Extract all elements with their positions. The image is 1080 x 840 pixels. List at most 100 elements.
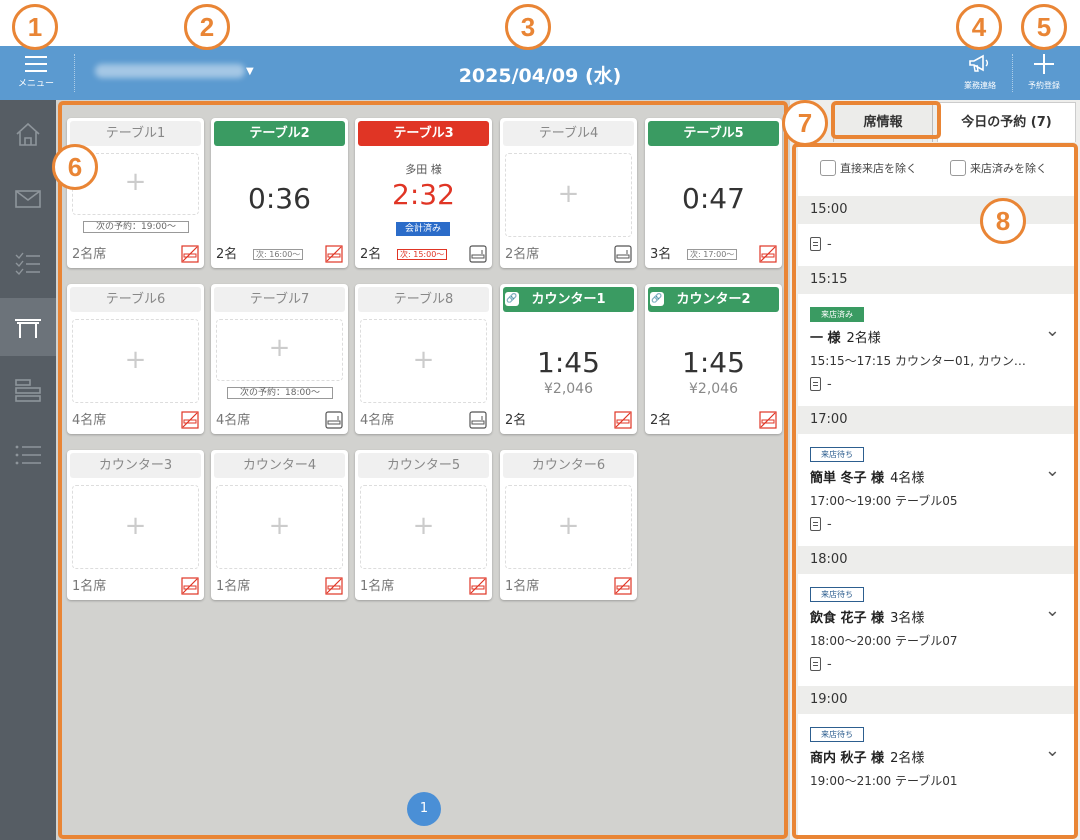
chevron-down-icon[interactable]: ⌄ bbox=[1045, 320, 1060, 341]
no-smoking-icon bbox=[469, 577, 487, 595]
callout-3: 3 bbox=[505, 4, 551, 50]
party-size: 2名様 bbox=[890, 751, 925, 766]
sidebar-item-tasks[interactable] bbox=[0, 234, 56, 292]
memo-icon bbox=[810, 237, 821, 251]
table-card[interactable]: カウンター5 +1名席 bbox=[355, 450, 492, 600]
table-title: カウンター2 bbox=[648, 287, 779, 312]
time-slot-header: 15:00 bbox=[798, 196, 1074, 224]
sidebar-item-home[interactable] bbox=[0, 106, 56, 164]
reservation-detail: 19:00～21:00 テーブル01 bbox=[810, 774, 958, 788]
sidebar-item-list[interactable] bbox=[0, 426, 56, 484]
table-card[interactable]: テーブル5 0:47 3名 次: 17:00〜 bbox=[645, 118, 782, 268]
page-button[interactable]: 1 bbox=[407, 792, 441, 826]
seat-capacity: 1名席 bbox=[216, 579, 251, 594]
memo-row: - bbox=[810, 652, 1062, 676]
reservation-name-row: 商内 秋子 様 2名様 bbox=[810, 748, 1062, 770]
filter-walkin-label: 直接来店を除く bbox=[840, 162, 917, 175]
table-title: テーブル2 bbox=[214, 121, 345, 146]
table-card[interactable]: カウンター3 +1名席 bbox=[67, 450, 204, 600]
smoking-icon bbox=[469, 245, 487, 263]
table-card[interactable]: テーブル3 多田 様 2:32 会計済み 2名 次: 15:00〜 bbox=[355, 118, 492, 268]
party-size: 2名様 bbox=[846, 331, 881, 346]
smoking-status bbox=[614, 577, 632, 595]
filter-exclude-walkin[interactable]: 直接来店を除く bbox=[820, 160, 917, 176]
table-card[interactable]: テーブル1 + 次の予約：19:00〜 2名席 bbox=[67, 118, 204, 268]
callout-7: 7 bbox=[782, 100, 828, 146]
no-smoking-icon bbox=[614, 411, 632, 429]
table-card[interactable]: テーブル2 0:36 2名 次: 16:00〜 bbox=[211, 118, 348, 268]
chevron-down-icon[interactable]: ⌄ bbox=[1045, 600, 1060, 621]
reservation-item[interactable]: 来店待ち商内 秋子 様 2名様 19:00～21:00 テーブル01 ⌄ bbox=[798, 714, 1074, 802]
guest-count: 2名 bbox=[360, 247, 382, 262]
table-card[interactable]: カウンター4 +1名席 bbox=[211, 450, 348, 600]
reservation-status-badge: 来店待ち bbox=[810, 447, 864, 462]
add-plus-icon[interactable]: + bbox=[505, 485, 632, 569]
reservation-name: 商内 秋子 様 bbox=[810, 751, 885, 766]
notice-label: 業務連絡 bbox=[964, 81, 996, 90]
add-plus-icon[interactable]: + bbox=[360, 319, 487, 403]
smoking-status bbox=[325, 577, 343, 595]
no-smoking-icon bbox=[181, 411, 199, 429]
filter-exclude-arrived[interactable]: 来店済みを除く bbox=[950, 160, 1047, 176]
smoking-status bbox=[325, 245, 343, 263]
reservation-status-badge: 来店待ち bbox=[810, 587, 864, 602]
time-slot-header: 18:00 bbox=[798, 546, 1074, 574]
reservation-item[interactable]: 来店待ち 飲食 花子 様 3名様 18:00～20:00 テーブル07 ⌄ - bbox=[798, 574, 1074, 686]
reservation-detail: 15:15～17:15 カウンター01, カウン… bbox=[810, 354, 1026, 368]
add-plus-icon[interactable]: + bbox=[360, 485, 487, 569]
memo-row: - bbox=[810, 232, 1062, 256]
seat-capacity: 2名席 bbox=[72, 247, 107, 262]
seat-capacity: 2名席 bbox=[505, 247, 540, 262]
seat-capacity: 1名席 bbox=[505, 579, 540, 594]
notice-button[interactable]: 業務連絡 bbox=[952, 52, 1008, 91]
current-date[interactable]: 2025/04/09 (水) bbox=[0, 61, 1080, 88]
smoking-status bbox=[614, 411, 632, 429]
table-title: テーブル6 bbox=[70, 287, 201, 312]
sidebar-item-mail[interactable] bbox=[0, 170, 56, 228]
add-plus-icon[interactable]: + bbox=[216, 319, 343, 381]
table-title: テーブル1 bbox=[70, 121, 201, 146]
tab-todays-reservations[interactable]: 今日の予約 (7) bbox=[937, 102, 1076, 142]
time-slot-header: 19:00 bbox=[798, 686, 1074, 714]
no-smoking-icon bbox=[759, 411, 777, 429]
seat-capacity: 4名席 bbox=[72, 413, 107, 428]
add-plus-icon[interactable]: + bbox=[72, 485, 199, 569]
reservation-item[interactable]: 来店済み一 様 2名様 15:15～17:15 カウンター01, カウン… ⌄ - bbox=[798, 294, 1074, 406]
smoking-status bbox=[181, 245, 199, 263]
bill-amount: ¥2,046 bbox=[689, 381, 738, 397]
no-smoking-icon bbox=[181, 245, 199, 263]
sidebar bbox=[0, 100, 56, 840]
add-plus-icon[interactable]: + bbox=[216, 485, 343, 569]
table-card[interactable]: カウンター6 +1名席 bbox=[500, 450, 637, 600]
filter-arrived-label: 来店済みを除く bbox=[970, 162, 1047, 175]
reservation-item[interactable]: - bbox=[798, 224, 1074, 266]
no-smoking-icon bbox=[325, 245, 343, 263]
reservation-item[interactable]: 来店待ち 簡単 冬子 様 4名様 17:00～19:00 テーブル05 ⌄ - bbox=[798, 434, 1074, 546]
sidebar-item-timeline[interactable] bbox=[0, 362, 56, 420]
memo-icon bbox=[810, 517, 821, 531]
add-plus-icon[interactable]: + bbox=[72, 319, 199, 403]
link-icon: 🔗 bbox=[650, 292, 664, 306]
guest-count: 2名 bbox=[216, 247, 238, 262]
table-card[interactable]: テーブル8 +4名席 bbox=[355, 284, 492, 434]
reservation-status-badge: 来店待ち bbox=[810, 727, 864, 742]
smoking-icon bbox=[614, 245, 632, 263]
table-title: テーブル5 bbox=[648, 121, 779, 146]
add-plus-icon[interactable]: + bbox=[505, 153, 632, 237]
table-card[interactable]: テーブル7 + 次の予約：18:00〜 4名席 bbox=[211, 284, 348, 434]
callout-8: 8 bbox=[980, 198, 1026, 244]
chevron-down-icon[interactable]: ⌄ bbox=[1045, 740, 1060, 761]
next-reservation: 次の予約：18:00〜 bbox=[227, 387, 333, 399]
chevron-down-icon[interactable]: ⌄ bbox=[1045, 460, 1060, 481]
no-smoking-icon bbox=[614, 577, 632, 595]
table-card[interactable]: カウンター1 🔗 1:45 ¥2,046 2名 bbox=[500, 284, 637, 434]
table-card[interactable]: テーブル4 +2名席 bbox=[500, 118, 637, 268]
memo-text: - bbox=[827, 656, 832, 672]
table-card[interactable]: テーブル6 +4名席 bbox=[67, 284, 204, 434]
table-card[interactable]: カウンター2 🔗 1:45 ¥2,046 2名 bbox=[645, 284, 782, 434]
sidebar-item-tables[interactable] bbox=[0, 298, 56, 356]
add-reservation-button[interactable]: 予約登録 bbox=[1016, 52, 1072, 91]
callout-6: 6 bbox=[52, 144, 98, 190]
tab-seat-info[interactable]: 席情報 bbox=[833, 102, 933, 142]
guest-count: 2名 bbox=[505, 413, 527, 428]
